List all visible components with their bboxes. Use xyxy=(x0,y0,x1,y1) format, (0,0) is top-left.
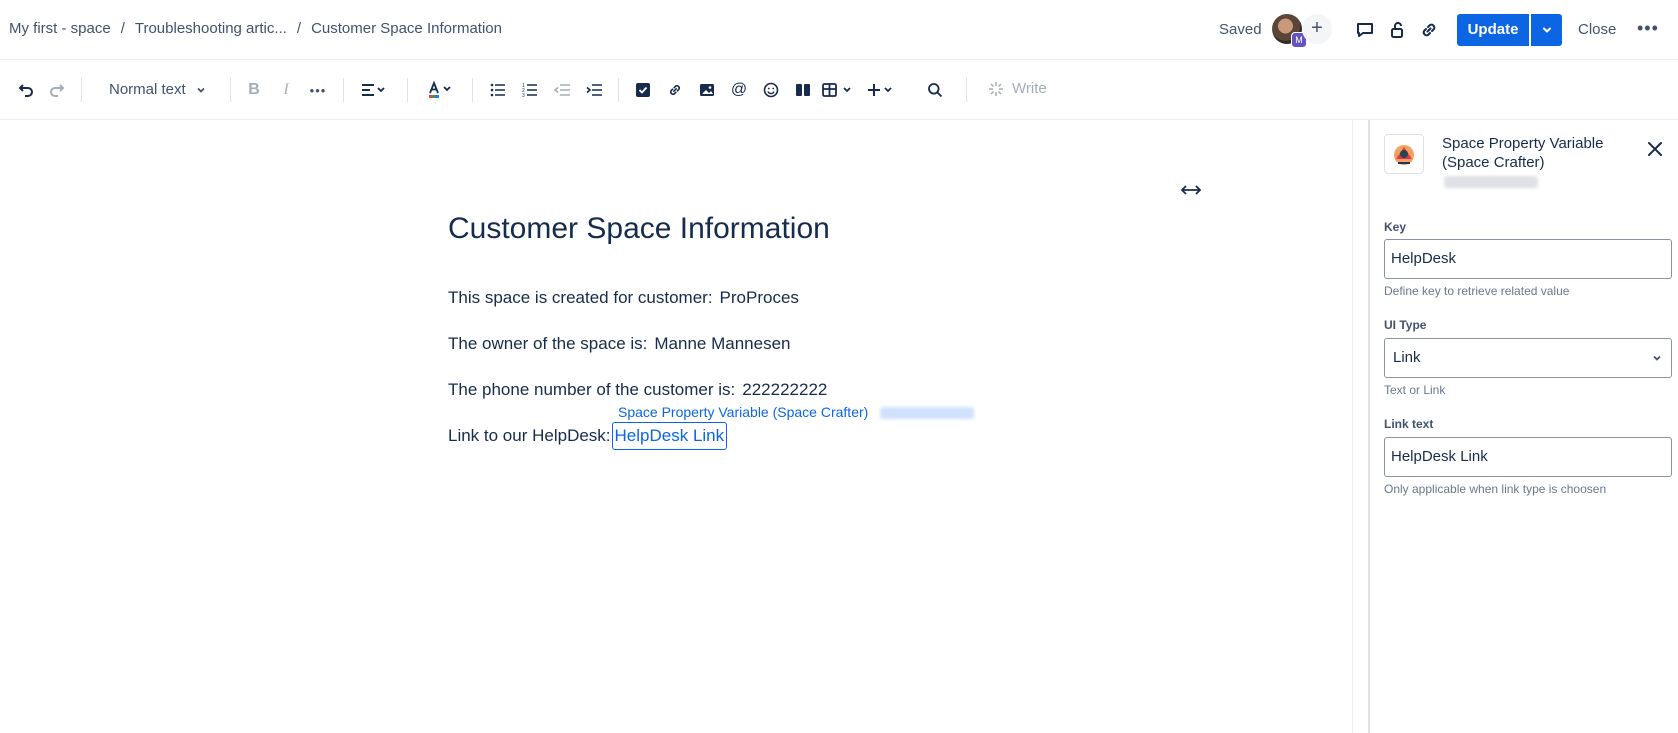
bullet-list-icon[interactable] xyxy=(486,78,510,102)
toolbar-divider xyxy=(618,78,619,102)
line-label: This space is created for customer: xyxy=(448,288,713,307)
chevron-down-icon xyxy=(1651,339,1663,392)
breadcrumb-item-space[interactable]: My first - space xyxy=(9,20,111,37)
link-text-input[interactable]: HelpDesk Link xyxy=(1384,437,1672,477)
more-options-icon[interactable]: ••• xyxy=(1637,18,1659,39)
breadcrumb-item-parent[interactable]: Troubleshooting artic... xyxy=(135,20,287,37)
ui-type-label: UI Type xyxy=(1384,318,1427,332)
content-line: The owner of the space is: Manne Mannesen xyxy=(448,334,790,354)
chevron-down-icon[interactable] xyxy=(193,78,209,102)
toolbar-divider xyxy=(343,78,344,102)
alignment-icon[interactable] xyxy=(358,78,390,102)
insert-more-icon[interactable] xyxy=(866,78,902,102)
breadcrumb-separator: / xyxy=(120,20,125,37)
undo-icon[interactable] xyxy=(14,78,38,102)
panel-subtitle-blurred xyxy=(1444,176,1538,188)
line-label: Link to our HelpDesk: xyxy=(448,426,611,445)
redo-icon[interactable] xyxy=(45,78,69,102)
text-style-dropdown[interactable]: Normal text xyxy=(109,81,186,98)
ui-type-value: Link xyxy=(1393,349,1421,366)
content-line: This space is created for customer: ProPr… xyxy=(448,288,799,308)
close-icon[interactable] xyxy=(1646,140,1664,163)
bold-icon[interactable]: B xyxy=(242,78,266,102)
close-button[interactable]: Close xyxy=(1578,21,1616,38)
copy-link-icon[interactable] xyxy=(1417,18,1441,42)
ui-type-select[interactable]: Link xyxy=(1384,338,1672,378)
ui-type-help: Text or Link xyxy=(1384,383,1446,397)
panel-title: Space Property Variable (Space Crafter) xyxy=(1442,135,1604,171)
mention-icon[interactable]: @ xyxy=(727,78,751,102)
macro-label: Space Property Variable (Space Crafter) xyxy=(618,404,869,420)
macro-config-panel: Space Property Variable (Space Crafter) … xyxy=(1368,120,1678,733)
helpdesk-link-macro[interactable]: HelpDesk Link xyxy=(611,422,728,450)
toolbar-divider xyxy=(81,78,82,102)
editor-toolbar: Normal text B I ••• 123 @ Write xyxy=(0,60,1678,120)
app-logo xyxy=(1384,134,1424,174)
toolbar-divider xyxy=(230,78,231,102)
toolbar-divider xyxy=(966,78,967,102)
line-label: The phone number of the customer is: xyxy=(448,380,736,399)
top-bar: My first - space / Troubleshooting artic..… xyxy=(0,0,1678,60)
breadcrumb-separator: / xyxy=(296,20,302,37)
content-line: The phone number of the customer is: 2222… xyxy=(448,380,827,400)
toolbar-divider xyxy=(407,78,408,102)
table-icon[interactable] xyxy=(821,78,857,102)
saved-status: Saved xyxy=(1219,21,1262,38)
expand-width-icon[interactable] xyxy=(1180,183,1202,202)
line-value[interactable]: 222222222 xyxy=(742,380,827,399)
breadcrumb-item-current[interactable]: Customer Space Information xyxy=(311,20,502,37)
update-button[interactable]: Update xyxy=(1457,14,1529,46)
line-value[interactable]: ProProces xyxy=(720,288,799,307)
more-formatting-icon[interactable]: ••• xyxy=(306,78,330,102)
chevron-down-icon xyxy=(1542,27,1551,33)
link-icon[interactable] xyxy=(663,78,687,102)
editor-scrollbar[interactable] xyxy=(1352,120,1369,733)
toolbar-divider xyxy=(472,78,473,102)
page-title[interactable]: Customer Space Information xyxy=(448,212,830,246)
update-options-button[interactable] xyxy=(1531,14,1562,46)
key-label: Key xyxy=(1384,220,1407,234)
add-collaborator-button[interactable]: + xyxy=(1302,14,1332,44)
editor-canvas[interactable]: Customer Space Information This space is… xyxy=(0,120,1352,733)
text-color-icon[interactable] xyxy=(424,78,456,102)
key-help: Define key to retrieve related value xyxy=(1384,284,1570,298)
italic-icon[interactable]: I xyxy=(274,78,298,102)
line-label: The owner of the space is: xyxy=(448,334,648,353)
numbered-list-icon[interactable]: 123 xyxy=(518,78,542,102)
content-line: Link to our HelpDesk: HelpDesk Link xyxy=(448,422,728,450)
comment-icon[interactable] xyxy=(1353,18,1377,42)
sparkle-icon xyxy=(989,81,1003,96)
layout-columns-icon[interactable] xyxy=(791,78,815,102)
write-ai-button[interactable]: Write xyxy=(988,80,1047,97)
write-label: Write xyxy=(1012,80,1047,97)
image-icon[interactable] xyxy=(695,78,719,102)
outdent-icon[interactable] xyxy=(550,78,574,102)
indent-icon[interactable] xyxy=(582,78,606,102)
key-input[interactable]: HelpDesk xyxy=(1384,239,1672,279)
emoji-icon[interactable] xyxy=(759,78,783,102)
breadcrumb: My first - space / Troubleshooting artic..… xyxy=(9,20,502,37)
macro-label-blurred xyxy=(880,407,974,419)
svg-text:3: 3 xyxy=(522,93,525,97)
link-text-label: Link text xyxy=(1384,417,1434,431)
restrictions-unlock-icon[interactable] xyxy=(1385,18,1409,42)
line-value[interactable]: Manne Mannesen xyxy=(654,334,790,353)
search-icon[interactable] xyxy=(923,78,947,102)
link-text-help: Only applicable when link type is choose… xyxy=(1384,482,1607,496)
task-checkbox-icon[interactable] xyxy=(631,78,655,102)
